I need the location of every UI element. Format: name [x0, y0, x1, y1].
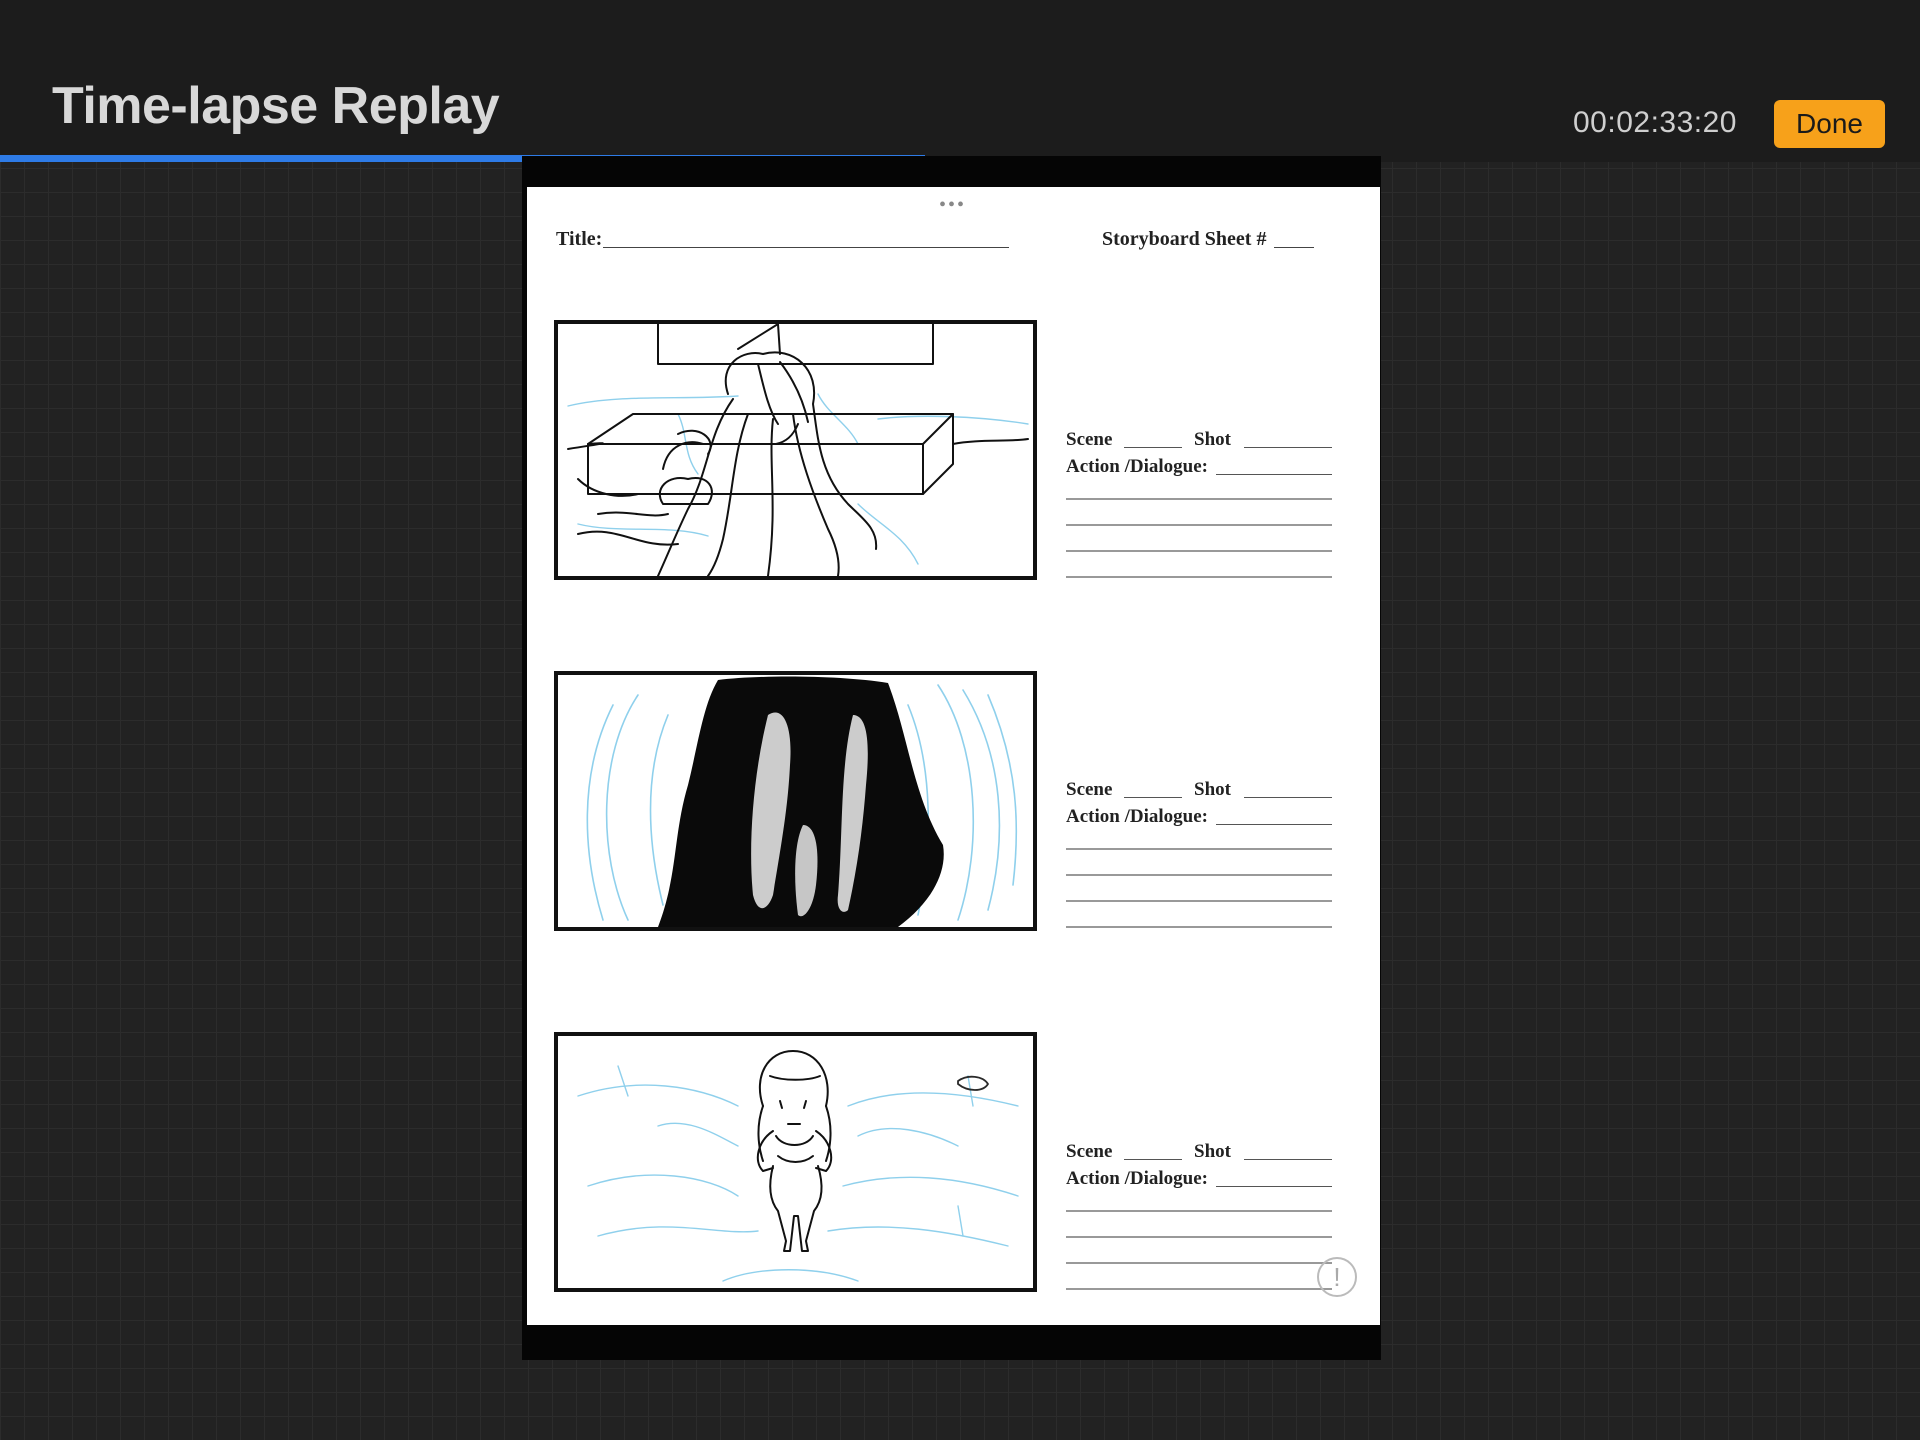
scene-line: [1124, 447, 1182, 448]
note-line: [1066, 498, 1332, 500]
top-bar: Time-lapse Replay 00:02:33:20 Done: [0, 0, 1920, 156]
action-line: [1216, 474, 1332, 475]
note-line: [1066, 900, 1332, 902]
storyboard-panel-1-illustration: [554, 320, 1037, 580]
note-line: [1066, 874, 1332, 876]
scene-label: Scene: [1066, 779, 1113, 800]
shot-line: [1244, 447, 1332, 448]
note-line: [1066, 576, 1332, 578]
note-line: [1066, 848, 1332, 850]
scene-line: [1124, 797, 1182, 798]
shot-line: [1244, 797, 1332, 798]
note-line: [1066, 926, 1332, 928]
note-line: [1066, 1262, 1332, 1264]
note-line: [1066, 524, 1332, 526]
panel-2-notes: Scene Shot Action /Dialogue:: [1066, 779, 1336, 929]
storyboard-panel-3-illustration: [554, 1032, 1037, 1292]
title-line: [603, 247, 1009, 248]
sheet-number-line: [1274, 247, 1314, 248]
storyboard-canvas[interactable]: ••• Title: Storyboard Sheet # Scene Shot…: [527, 187, 1380, 1325]
shot-label: Shot: [1194, 1141, 1231, 1162]
scene-line: [1124, 1159, 1182, 1160]
action-dialogue-label: Action /Dialogue:: [1066, 456, 1208, 477]
action-line: [1216, 824, 1332, 825]
shot-line: [1244, 1159, 1332, 1160]
action-line: [1216, 1186, 1332, 1187]
panel-3-notes: Scene Shot Action /Dialogue:: [1066, 1141, 1336, 1291]
storyboard-panel-2-illustration: [554, 671, 1037, 931]
info-icon: !: [1317, 1257, 1357, 1297]
shot-label: Shot: [1194, 429, 1231, 450]
timecode: 00:02:33:20: [1573, 106, 1737, 139]
note-line: [1066, 1210, 1332, 1212]
scene-label: Scene: [1066, 429, 1113, 450]
storyboard-title-label: Title:: [556, 228, 603, 250]
action-dialogue-label: Action /Dialogue:: [1066, 806, 1208, 827]
note-line: [1066, 1236, 1332, 1238]
shot-label: Shot: [1194, 779, 1231, 800]
note-line: [1066, 550, 1332, 552]
storyboard-sheet-label: Storyboard Sheet #: [1102, 228, 1267, 250]
more-options-icon[interactable]: •••: [939, 195, 966, 215]
panel-1-notes: Scene Shot Action /Dialogue:: [1066, 429, 1336, 579]
page-title: Time-lapse Replay: [52, 77, 500, 135]
note-line: [1066, 1288, 1332, 1290]
done-button[interactable]: Done: [1774, 100, 1885, 148]
action-dialogue-label: Action /Dialogue:: [1066, 1168, 1208, 1189]
scene-label: Scene: [1066, 1141, 1113, 1162]
